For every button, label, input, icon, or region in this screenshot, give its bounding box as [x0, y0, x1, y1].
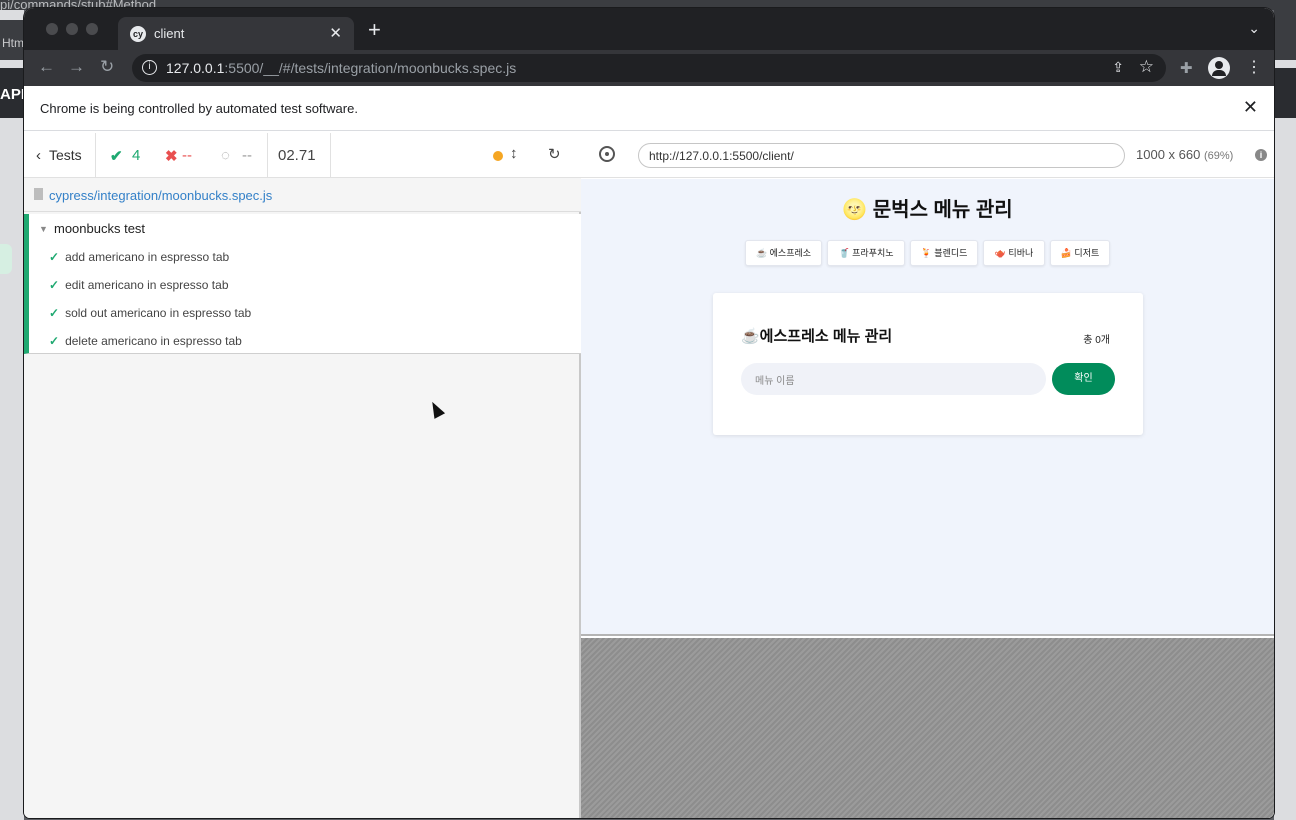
minimize-window-light[interactable] — [66, 23, 78, 35]
auto-scroll-toggle-icon[interactable]: ↕ — [510, 145, 518, 162]
infobar-close-icon[interactable]: ✕ — [1243, 97, 1258, 118]
browser-tab[interactable]: cy client ✕ — [118, 17, 354, 50]
viewport-size: 1000 x 660 (69%) — [1136, 147, 1234, 162]
address-url: 127.0.0.1:5500/__/#/tests/integration/mo… — [166, 60, 517, 76]
aut-url-field[interactable]: http://127.0.0.1:5500/client/ — [638, 143, 1125, 168]
reporter-panel: ‹ Tests ✔ 4 ✖ -- ◌ -- 02.71 ↕ ↻ cypress/… — [24, 133, 581, 818]
suite-title[interactable]: moonbucks test — [54, 221, 145, 236]
category-espresso-button[interactable]: ☕ 에스프레소 — [745, 240, 822, 266]
back-to-tests-label: Tests — [49, 147, 82, 163]
back-arrow-icon[interactable]: ← — [38, 57, 55, 77]
tab-title: client — [154, 26, 185, 41]
menu-card: ☕에스프레소 메뉴 관리 총 0개 메뉴 이름 확인 — [713, 293, 1143, 435]
chevron-left-icon: ‹ — [36, 147, 41, 164]
viewport-info-icon[interactable]: i — [1255, 149, 1267, 161]
background-api-label: API — [0, 68, 25, 118]
bookmark-star-icon[interactable]: ☆ — [1139, 57, 1154, 77]
tab-search-chevron-icon[interactable]: ⌄ — [1248, 20, 1260, 37]
category-blended-button[interactable]: 🍹 블렌디드 — [910, 240, 978, 266]
background-accent — [0, 244, 12, 274]
duration-box: 02.71 — [267, 133, 331, 178]
selector-playground-crosshair-icon[interactable] — [599, 146, 615, 162]
extensions-puzzle-icon[interactable]: ✚ — [1180, 59, 1193, 77]
back-to-tests-button[interactable]: ‹ Tests — [24, 133, 96, 178]
test-item[interactable]: ✓ add americano in espresso tab — [49, 250, 229, 264]
app-title: 🌝 문벅스 메뉴 관리 — [842, 199, 1013, 221]
pass-check-icon: ✓ — [49, 306, 60, 320]
forward-arrow-icon[interactable]: → — [68, 57, 85, 77]
new-tab-icon[interactable]: + — [368, 19, 381, 41]
menu-section-title: ☕에스프레소 메뉴 관리 — [741, 328, 893, 345]
pass-check-icon: ✓ — [49, 334, 60, 348]
category-teavana-button[interactable]: 🫖 티바나 — [983, 240, 1045, 266]
running-status-dot — [493, 151, 503, 161]
failed-count: -- — [182, 147, 192, 164]
pass-check-icon: ✓ — [49, 278, 60, 292]
close-window-light[interactable] — [46, 23, 58, 35]
duration: 02.71 — [278, 147, 316, 164]
app-under-test: 🌝 문벅스 메뉴 관리 ☕ 에스프레소 🥤 프라푸치노 🍹 블렌디드 🫖 티바나… — [581, 179, 1274, 636]
browser-toolbar: ← → ↻ i 127.0.0.1:5500/__/#/tests/integr… — [24, 50, 1274, 86]
automation-message: Chrome is being controlled by automated … — [40, 101, 358, 116]
pending-count: -- — [242, 147, 252, 164]
share-icon[interactable]: ⇪ — [1112, 59, 1124, 76]
test-title: edit americano in espresso tab — [65, 278, 229, 292]
test-item[interactable]: ✓ sold out americano in espresso tab — [49, 306, 251, 320]
reload-icon[interactable]: ↻ — [100, 57, 114, 77]
background-tab-text: Htm — [0, 20, 24, 60]
test-item[interactable]: ✓ edit americano in espresso tab — [49, 278, 229, 292]
pass-check-icon: ✓ — [49, 250, 60, 264]
test-item[interactable]: ✓ delete americano in espresso tab — [49, 334, 242, 348]
menu-name-input[interactable]: 메뉴 이름 — [741, 363, 1046, 395]
address-bar[interactable]: i 127.0.0.1:5500/__/#/tests/integration/… — [132, 54, 1166, 82]
automation-infobar: Chrome is being controlled by automated … — [24, 86, 1274, 131]
viewport-overflow-area — [581, 638, 1274, 818]
file-icon — [34, 188, 43, 200]
collapse-caret-icon[interactable]: ▼ — [39, 224, 48, 234]
background-right-tab — [1274, 10, 1296, 60]
pending-circle-icon: ◌ — [221, 147, 230, 164]
failed-x-icon: ✖ — [165, 148, 178, 165]
passed-count: 4 — [132, 147, 141, 164]
menu-submit-button[interactable]: 확인 — [1052, 363, 1115, 395]
browser-window: cy client ✕ + ⌄ ← → ↻ i 127.0.0.1:5500/_… — [24, 8, 1274, 818]
category-frappuccino-button[interactable]: 🥤 프라푸치노 — [827, 240, 905, 266]
category-dessert-button[interactable]: 🍰 디저트 — [1050, 240, 1110, 266]
title-bar: cy client ✕ + ⌄ — [24, 8, 1274, 50]
browser-menu-icon[interactable]: ⋮ — [1246, 57, 1262, 77]
menu-count: 총 0개 — [1083, 335, 1110, 346]
aut-header: http://127.0.0.1:5500/client/ 1000 x 660… — [581, 133, 1274, 178]
background-right-bar — [1274, 68, 1296, 118]
site-info-icon[interactable]: i — [142, 60, 157, 75]
cypress-favicon-icon: cy — [130, 26, 146, 42]
background-left-edge: Htm API — [0, 10, 25, 820]
spec-file-header: cypress/integration/moonbucks.spec.js — [24, 178, 581, 212]
test-title: delete americano in espresso tab — [65, 334, 242, 348]
reporter-stats-bar: ‹ Tests ✔ 4 ✖ -- ◌ -- 02.71 ↕ ↻ — [24, 133, 581, 178]
test-title: sold out americano in espresso tab — [65, 306, 252, 320]
profile-avatar-icon[interactable] — [1208, 57, 1230, 79]
rerun-icon[interactable]: ↻ — [548, 145, 561, 163]
aut-panel: http://127.0.0.1:5500/client/ 1000 x 660… — [581, 133, 1274, 818]
test-suite: ▼ moonbucks test ✓ add americano in espre… — [24, 214, 581, 354]
test-title: add americano in espresso tab — [65, 250, 230, 264]
background-right-edge — [1274, 10, 1296, 820]
zoom-window-light[interactable] — [86, 23, 98, 35]
mouse-cursor-icon — [426, 399, 446, 419]
passed-check-icon: ✔ — [110, 148, 123, 165]
cypress-runner: ‹ Tests ✔ 4 ✖ -- ◌ -- 02.71 ↕ ↻ cypress/… — [24, 133, 1274, 818]
spec-path-link[interactable]: cypress/integration/moonbucks.spec.js — [49, 188, 272, 203]
tab-close-icon[interactable]: ✕ — [329, 24, 342, 42]
